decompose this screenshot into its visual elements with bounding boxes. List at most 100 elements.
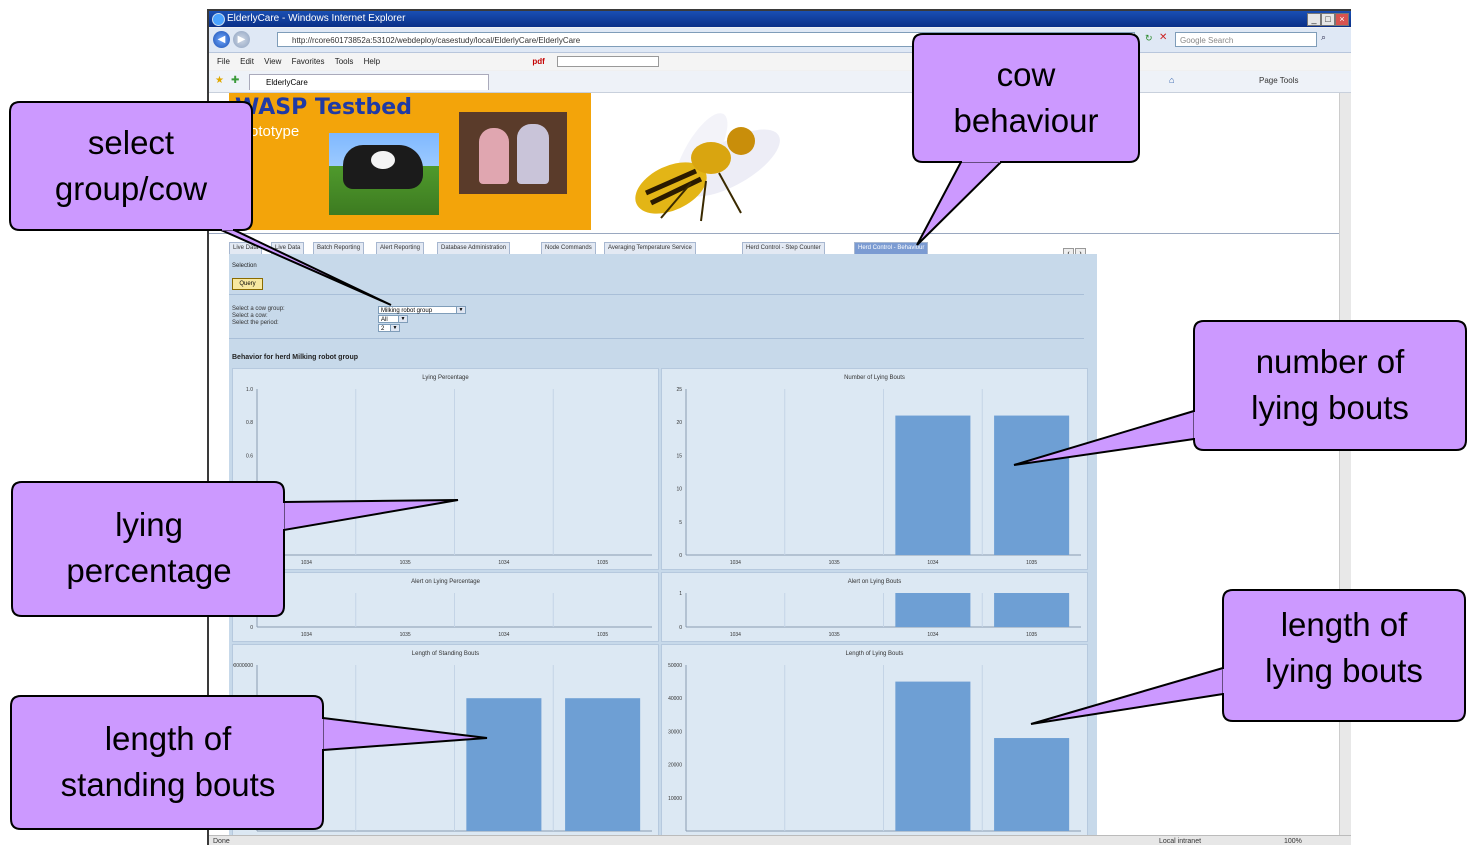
x-tick-label: 1035 xyxy=(1026,632,1037,638)
y-tick-label: 100000000 xyxy=(233,663,253,669)
callout-select-label: select group/cow xyxy=(54,124,208,207)
menu-tools[interactable]: Tools xyxy=(335,57,354,66)
callout-length-lying: length of lying bouts xyxy=(1030,589,1467,725)
callout-lenlying-label: length of lying bouts xyxy=(1265,606,1423,689)
elderly-photo xyxy=(459,112,567,194)
query-button[interactable]: Query xyxy=(232,278,263,290)
bar xyxy=(895,681,971,831)
status-text: Done xyxy=(213,838,230,845)
minimize-button[interactable]: _ xyxy=(1307,13,1321,26)
close-button[interactable]: × xyxy=(1335,13,1349,26)
interval-select[interactable]: 2 ▼ xyxy=(378,324,400,332)
add-favorites-icon[interactable]: ✚ xyxy=(231,75,239,86)
chevron-down-icon: ▼ xyxy=(390,325,399,331)
chart-title: Alert on Lying Bouts xyxy=(848,579,901,585)
callout-bouts-text: number of lying bouts xyxy=(1192,339,1468,431)
callout-standing-text: length of standing bouts xyxy=(9,716,327,808)
back-icon[interactable]: ◀ xyxy=(213,31,230,48)
x-tick-label: 1035 xyxy=(829,560,840,566)
pdf-url-field[interactable] xyxy=(557,56,660,68)
x-tick-label: 1035 xyxy=(597,560,608,566)
bar xyxy=(565,698,641,831)
status-zone: Local intranet xyxy=(1159,838,1202,845)
y-tick-label: 1 xyxy=(679,591,682,597)
callout-bouts-label: number of lying bouts xyxy=(1251,343,1409,426)
stop-icon[interactable]: ✕ xyxy=(1159,32,1167,43)
chart-title: Number of Lying Bouts xyxy=(844,375,905,381)
menu-view[interactable]: View xyxy=(264,57,281,66)
bar xyxy=(994,738,1070,831)
cow-photo xyxy=(329,133,439,215)
y-tick-label: 0.8 xyxy=(246,420,253,426)
app-tabs: Live Data Live Data Batch Reporting Aler… xyxy=(229,242,1097,255)
forward-icon[interactable]: ▶ xyxy=(233,31,250,48)
bar xyxy=(895,415,971,555)
y-tick-label: 0 xyxy=(679,553,682,559)
cow-select[interactable]: All ▼ xyxy=(378,315,408,323)
maximize-button[interactable]: □ xyxy=(1321,13,1335,26)
address-toolbar: ◀ ▶ http://rcore60173852a:53102/webdeplo… xyxy=(209,28,1351,53)
search-input[interactable]: Google Search xyxy=(1175,32,1317,47)
y-tick-label: 50000 xyxy=(668,663,682,669)
cow-select-value: All xyxy=(381,317,388,323)
interval-label: Select the period: xyxy=(232,320,279,326)
menu-edit[interactable]: Edit xyxy=(240,57,254,66)
banner: WASP Testbed Prototype xyxy=(229,93,809,230)
y-tick-label: 20 xyxy=(676,420,682,426)
chart-lying-percentage: Lying Percentage 1.0 0.8 0.6 1034 1035 1034 103… xyxy=(232,368,659,570)
chart-title: Alert on Lying Percentage xyxy=(411,579,480,585)
menu-favorites[interactable]: Favorites xyxy=(292,57,325,66)
status-bar: Done Local intranet 100% xyxy=(209,835,1351,845)
wasp-image xyxy=(591,93,809,230)
group-select-value: Milking robot group xyxy=(381,308,433,314)
section-title: Behavior for herd Milking robot group xyxy=(232,354,358,361)
x-tick-label: 1034 xyxy=(927,560,938,566)
favorites-star-icon[interactable]: ★ xyxy=(215,75,224,86)
x-tick-label: 1035 xyxy=(1026,560,1037,566)
bar xyxy=(895,593,971,627)
y-tick-label: 20000 xyxy=(668,763,682,769)
interval-select-value: 2 xyxy=(381,326,385,332)
y-tick-label: 10000 xyxy=(668,796,682,802)
chevron-down-icon: ▼ xyxy=(456,307,465,313)
page-tools-menu[interactable]: Page Tools xyxy=(1259,76,1298,85)
home-icon[interactable]: ⌂ xyxy=(1169,75,1174,85)
bar xyxy=(994,593,1070,627)
callout-behaviour-text: cow behaviour xyxy=(911,52,1141,144)
chart-svg: Number of Lying Bouts 25 20 15 10 5 0 1034 1035 1… xyxy=(676,375,1081,566)
y-tick-label: 0.6 xyxy=(246,453,253,459)
callout-cow-behaviour: cow behaviour xyxy=(911,33,1141,246)
callout-standing-label: length of standing bouts xyxy=(60,720,276,803)
menu-help[interactable]: Help xyxy=(364,57,380,66)
refresh-icon[interactable]: ↻ xyxy=(1145,33,1153,44)
group-select[interactable]: Milking robot group ▼ xyxy=(378,306,466,314)
divider xyxy=(209,233,1339,234)
x-tick-label: 1035 xyxy=(400,560,411,566)
callout-select-text: select group/cow xyxy=(8,120,254,212)
status-zoom[interactable]: 100% xyxy=(1284,836,1302,845)
selection-header: Selection xyxy=(232,263,257,269)
callout-select-group: select group/cow xyxy=(8,101,392,306)
callout-behaviour-label: cow behaviour xyxy=(953,56,1099,139)
x-tick-label: 1034 xyxy=(730,632,741,638)
page-scrollbar[interactable] xyxy=(1339,93,1351,835)
x-tick-label: 1034 xyxy=(498,632,509,638)
tab-scroll: ‹›▤ xyxy=(1063,242,1097,277)
x-tick-label: 1034 xyxy=(301,632,312,638)
banner-title: WASP Testbed xyxy=(235,95,412,120)
pdf-toolbar-label[interactable]: pdf xyxy=(532,57,544,66)
y-tick-label: 40000 xyxy=(668,696,682,702)
ie-icon xyxy=(212,13,225,26)
callout-lenlying-text: length of lying bouts xyxy=(1221,602,1467,694)
cow-label: Select a cow: xyxy=(232,313,268,319)
group-label: Select a cow group: xyxy=(232,306,285,312)
chart-svg: Lying Percentage 1.0 0.8 0.6 1034 1035 1034 103… xyxy=(246,375,652,566)
browser-tab[interactable]: ElderlyCare xyxy=(249,74,489,90)
search-icon[interactable]: ⌕ xyxy=(1321,32,1326,43)
y-tick-label: 25 xyxy=(676,387,682,393)
chart-svg: Length of Lying Bouts 50000 40000 30000 2000… xyxy=(668,651,1081,832)
y-tick-label: 10 xyxy=(676,487,682,493)
menu-file[interactable]: File xyxy=(217,57,230,66)
callout-lyingpct-label: lying percentage xyxy=(66,506,232,589)
callout-lying-bouts: number of lying bouts xyxy=(1013,320,1468,466)
